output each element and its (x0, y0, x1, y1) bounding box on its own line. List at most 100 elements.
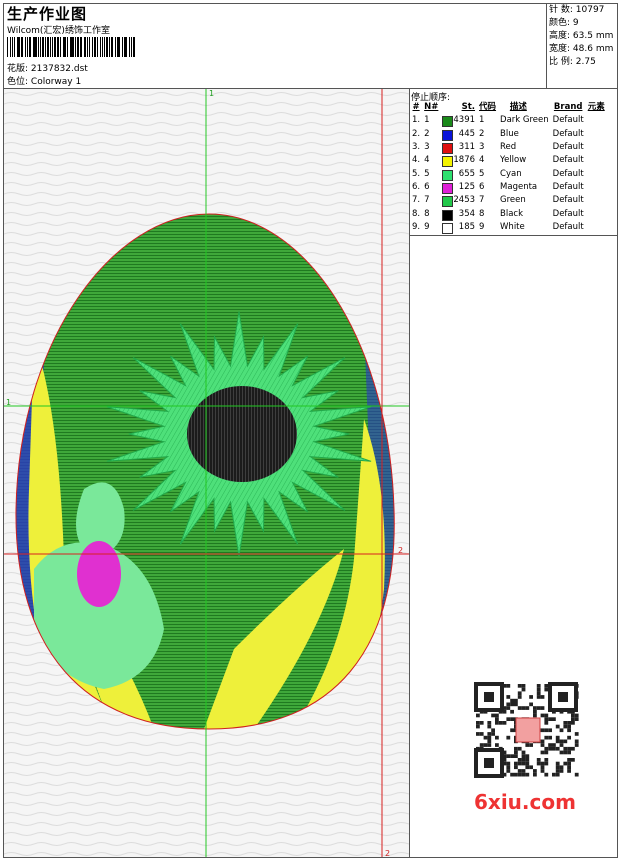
watermark-text: 6xiu.com (474, 790, 576, 814)
color-description: Red (500, 142, 517, 153)
color-swatch (442, 143, 454, 155)
needle-number: 2 (424, 128, 430, 139)
thread-brand: Default (552, 168, 584, 179)
table-row: 8. 8 354 8 Black Default (410, 207, 607, 221)
stitch-count: 655 (440, 167, 477, 181)
color-swatch (442, 156, 454, 168)
color-description: Cyan (500, 168, 522, 179)
thread-brand: Default (552, 181, 584, 192)
guide-label-bottom: 2 (385, 849, 390, 857)
stat-height: 高度: 63.5 mm (549, 31, 614, 41)
stat-colors: 颜色: 9 (549, 18, 579, 28)
guide-label-right: 2 (398, 546, 403, 555)
stat-scale: 比 例: 2.75 (549, 57, 596, 67)
thread-brand: Default (552, 155, 584, 166)
col-header: St. (461, 102, 476, 113)
element (586, 221, 607, 234)
color-code: 2 (479, 128, 485, 139)
design-canvas: 1 1 2 2 (4, 89, 409, 857)
color-code: 8 (479, 208, 485, 219)
element (586, 114, 607, 127)
stat-width: 宽度: 48.6 mm (549, 44, 614, 54)
stats-panel: 针 数: 10797 颜色: 9 高度: 63.5 mm 宽度: 48.6 mm… (549, 4, 613, 69)
element (586, 181, 607, 194)
row-number: 9. (412, 221, 421, 232)
row-number: 6. (412, 181, 421, 192)
design-label: 花版: (7, 64, 29, 74)
color-swatch (442, 196, 454, 208)
needle-number: 5 (424, 168, 430, 179)
col-header: # (412, 102, 420, 113)
needle-number: 8 (424, 208, 430, 219)
needle-number: 7 (424, 195, 430, 206)
color-swatch (442, 209, 454, 221)
stitch-count: 4391 (440, 114, 477, 128)
design-name: 花版: 2137832.dst (7, 61, 88, 74)
stop-sequence-table-wrap: # N# St. 代码 描述 Brand 元素 1. 1 4391 1 Dark Gre… (410, 101, 607, 234)
qr-icon (472, 680, 582, 780)
color-description: Green (500, 195, 526, 206)
needle-number: 9 (424, 221, 430, 232)
color-description: Blue (500, 128, 519, 139)
col-header: Brand (553, 102, 583, 113)
color-code: 5 (479, 168, 485, 179)
color-code: 6 (479, 181, 485, 192)
table-header-row: # N# St. 代码 描述 Brand 元素 (410, 101, 607, 114)
guide-label-left: 1 (6, 398, 11, 407)
stitch-count: 2453 (440, 194, 477, 208)
color-code: 9 (479, 221, 485, 232)
color-swatch (442, 222, 454, 234)
color-code: 4 (479, 155, 485, 166)
colorway-label: 色位: (7, 77, 29, 87)
thread-brand: Default (552, 128, 584, 139)
table-row: 5. 5 655 5 Cyan Default (410, 167, 607, 181)
stitch-count: 125 (440, 181, 477, 194)
table-row: 9. 9 185 9 White Default (410, 221, 607, 234)
row-number: 2. (412, 128, 421, 139)
row-number: 1. (412, 115, 421, 126)
col-header: 元素 (587, 102, 605, 113)
element (586, 167, 607, 180)
embroidery-preview: 1 1 2 2 (4, 89, 409, 857)
row-number: 3. (412, 142, 421, 153)
col-header: 描述 (509, 102, 527, 113)
table-bottom-divider (409, 235, 618, 236)
needle-number: 6 (424, 181, 430, 192)
color-code: 1 (479, 115, 485, 126)
color-swatch (442, 129, 454, 141)
col-header: N# (424, 102, 439, 113)
col-header: 代码 (479, 102, 497, 113)
stitch-count: 1876 (440, 154, 477, 168)
color-description: Dark Green (500, 115, 549, 126)
page-title: 生产作业图 (7, 5, 88, 23)
stitch-count: 311 (440, 141, 477, 155)
element (586, 128, 607, 141)
element (586, 141, 607, 154)
element (586, 154, 607, 167)
barcode (7, 37, 137, 57)
row-number: 4. (412, 155, 421, 166)
colorway-value: Colorway 1 (30, 77, 82, 87)
color-swatch (442, 169, 454, 181)
table-row: 2. 2 445 2 Blue Default (410, 128, 607, 141)
table-row: 4. 4 1876 4 Yellow Default (410, 154, 607, 168)
table-row: 1. 1 4391 1 Dark Green Default (410, 114, 607, 128)
stitch-count: 185 (440, 221, 477, 234)
thread-brand: Default (552, 208, 584, 219)
stitch-count: 354 (440, 207, 477, 221)
color-description: Yellow (500, 155, 527, 166)
element (586, 194, 607, 207)
colorway: 色位: Colorway 1 (7, 74, 81, 87)
guide-label-top: 1 (209, 89, 214, 98)
color-description: Black (500, 208, 524, 219)
table-row: 6. 6 125 6 Magenta Default (410, 181, 607, 194)
row-number: 7. (412, 195, 421, 206)
element (586, 207, 607, 220)
color-description: White (500, 221, 525, 232)
thread-brand: Default (552, 142, 584, 153)
design-value: 2137832.dst (30, 64, 88, 74)
thread-brand: Default (552, 195, 584, 206)
color-code: 3 (479, 142, 485, 153)
stitch-count: 445 (440, 128, 477, 141)
row-number: 8. (412, 208, 421, 219)
